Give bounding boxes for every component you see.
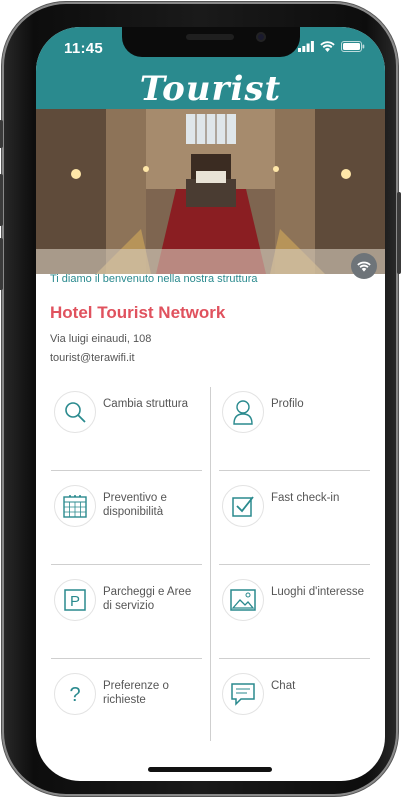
- battery-icon: [341, 41, 365, 52]
- power-button: [397, 192, 401, 274]
- menu-cambia-struttura[interactable]: Cambia struttura: [51, 377, 202, 471]
- svg-text:?: ?: [69, 684, 80, 706]
- wifi-icon: [357, 261, 371, 272]
- app-header: Tourist: [36, 69, 385, 109]
- notch: [122, 27, 300, 57]
- volume-up-button: [0, 174, 3, 226]
- search-icon: [54, 391, 96, 433]
- status-time: 11:45: [64, 40, 104, 57]
- phone-frame: 11:45 Tourist Ti diamo il benvenuto nell…: [0, 2, 401, 796]
- status-icons: [298, 41, 365, 52]
- menu-label: Preventivo e disponibilità: [103, 492, 167, 518]
- svg-text:P: P: [70, 593, 80, 610]
- hotel-email[interactable]: tourist@terawifi.it: [50, 352, 135, 364]
- menu-luoghi[interactable]: Luoghi d'interesse: [219, 565, 370, 659]
- welcome-text: Ti diamo il benvenuto nella nostra strut…: [50, 273, 258, 285]
- menu-label: Preferenze o richieste: [103, 680, 169, 706]
- app-screen: 11:45 Tourist Ti diamo il benvenuto nell…: [36, 27, 385, 781]
- brand-logo: Tourist: [139, 69, 282, 109]
- menu-label: Cambia struttura: [103, 398, 189, 410]
- menu-label: Profilo: [271, 398, 304, 410]
- menu-label: Parcheggi e Aree di servizio: [103, 586, 192, 612]
- volume-down-button: [0, 238, 3, 290]
- wifi-icon: [320, 41, 335, 52]
- menu-label: Luoghi d'interesse: [271, 586, 364, 598]
- menu-label: Fast check-in: [271, 492, 340, 504]
- image-icon: [222, 579, 264, 621]
- calendar-icon: [54, 485, 96, 527]
- question-icon: ?: [54, 673, 96, 715]
- grid-divider: [210, 387, 211, 741]
- menu-preferenze[interactable]: ? Preferenze o richieste: [51, 659, 202, 753]
- menu-preventivo[interactable]: Preventivo e disponibilità: [51, 471, 202, 565]
- mute-switch: [0, 120, 3, 148]
- menu-profilo[interactable]: Profilo: [219, 377, 370, 471]
- front-camera: [256, 32, 266, 42]
- menu-fast-checkin[interactable]: Fast check-in: [219, 471, 370, 565]
- speaker: [186, 34, 234, 40]
- signal-icon: [298, 41, 314, 52]
- lobby-illustration: [36, 109, 385, 274]
- menu-chat[interactable]: Chat: [219, 659, 370, 753]
- hotel-name: Hotel Tourist Network: [50, 303, 226, 322]
- menu-parcheggi[interactable]: P Parcheggi e Aree di servizio: [51, 565, 202, 659]
- chat-icon: [222, 673, 264, 715]
- status-bar: 11:45: [36, 27, 385, 71]
- wifi-button[interactable]: [351, 253, 377, 279]
- parking-icon: P: [54, 579, 96, 621]
- checkbox-icon: [222, 485, 264, 527]
- hotel-address: Via luigi einaudi, 108: [50, 333, 152, 345]
- menu-label: Chat: [271, 680, 296, 692]
- user-icon: [222, 391, 264, 433]
- hotel-hero-image: [36, 109, 385, 274]
- home-indicator[interactable]: [148, 767, 272, 772]
